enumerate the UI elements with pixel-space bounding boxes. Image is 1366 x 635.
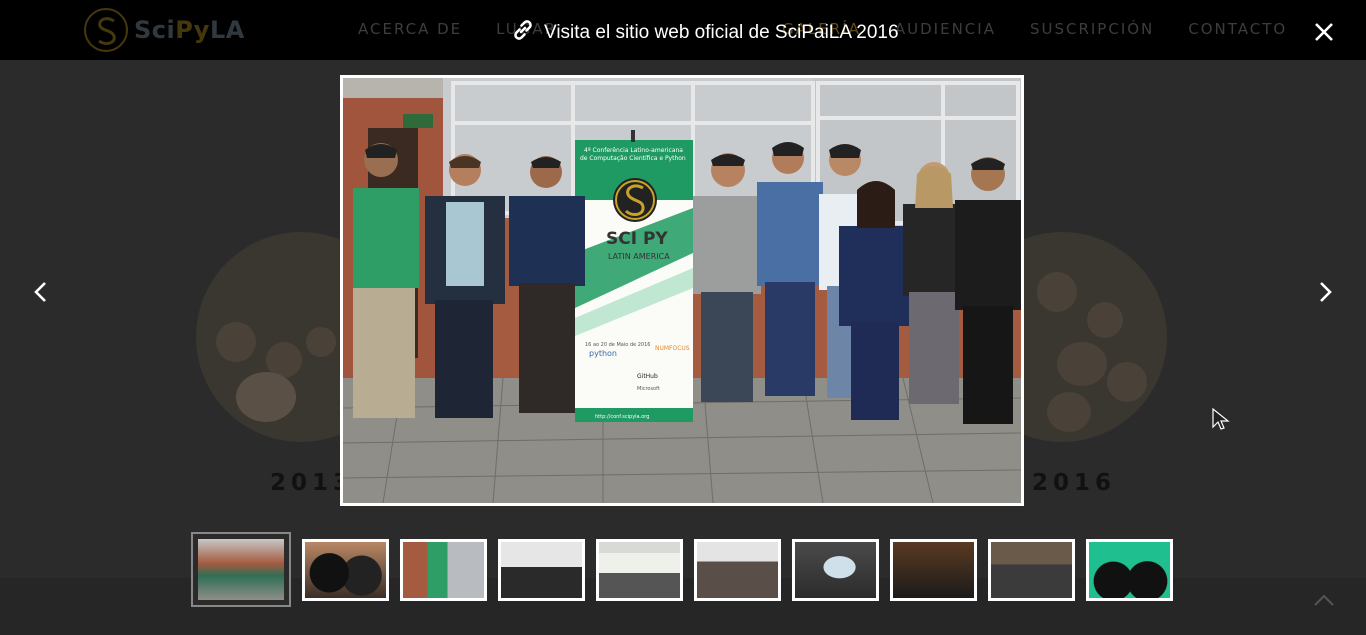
thumbnail-1[interactable] — [191, 532, 291, 607]
link-icon — [510, 17, 536, 49]
banner-dates: 16 ao 20 de Maio de 2016 — [585, 342, 650, 348]
year-label-right: 2016 — [1032, 470, 1117, 496]
mouse-cursor-icon — [1212, 407, 1230, 436]
thumbnail-5[interactable] — [596, 538, 683, 601]
banner-sponsor-microsoft: Microsoft — [637, 386, 660, 392]
banner-sub: LATIN AMERICA — [608, 252, 670, 261]
banner-sponsor-github: GitHub — [637, 373, 658, 380]
banner-url: http://conf.scipyla.org — [595, 414, 649, 420]
banner-brand: SCI PY — [606, 229, 668, 249]
chevron-left-icon[interactable] — [28, 278, 54, 306]
lightbox-title-link[interactable]: Visita el sitio web oficial de SciPaiLA … — [510, 17, 899, 49]
lightbox-header: Visita el sitio web oficial de SciPaiLA … — [0, 0, 1366, 60]
lightbox-main-photo: 4ª Conferência Latino-americana de Compu… — [340, 75, 1024, 506]
thumbnail-3[interactable] — [400, 538, 487, 601]
thumbnail-2[interactable] — [302, 538, 389, 601]
lightbox-title-text: Visita el sitio web oficial de SciPaiLA … — [544, 22, 899, 43]
chevron-right-icon[interactable] — [1312, 278, 1338, 306]
thumbnail-strip — [191, 532, 1184, 607]
banner-sponsor-python: python — [589, 349, 617, 358]
event-banner: 4ª Conferência Latino-americana de Compu… — [575, 130, 693, 422]
chevron-up-icon[interactable] — [1313, 592, 1335, 611]
thumbnail-6[interactable] — [694, 538, 781, 601]
thumbnail-4[interactable] — [498, 538, 585, 601]
thumbnail-9[interactable] — [988, 538, 1075, 601]
thumbnail-10[interactable] — [1086, 538, 1173, 601]
thumbnail-7[interactable] — [792, 538, 879, 601]
thumbnail-8[interactable] — [890, 538, 977, 601]
banner-line1: 4ª Conferência Latino-americana — [584, 147, 683, 154]
banner-sponsor-numfocus: NUMFOCUS — [655, 345, 690, 352]
banner-line2: de Computação Científica e Python — [580, 155, 686, 162]
close-icon[interactable] — [1312, 20, 1336, 44]
